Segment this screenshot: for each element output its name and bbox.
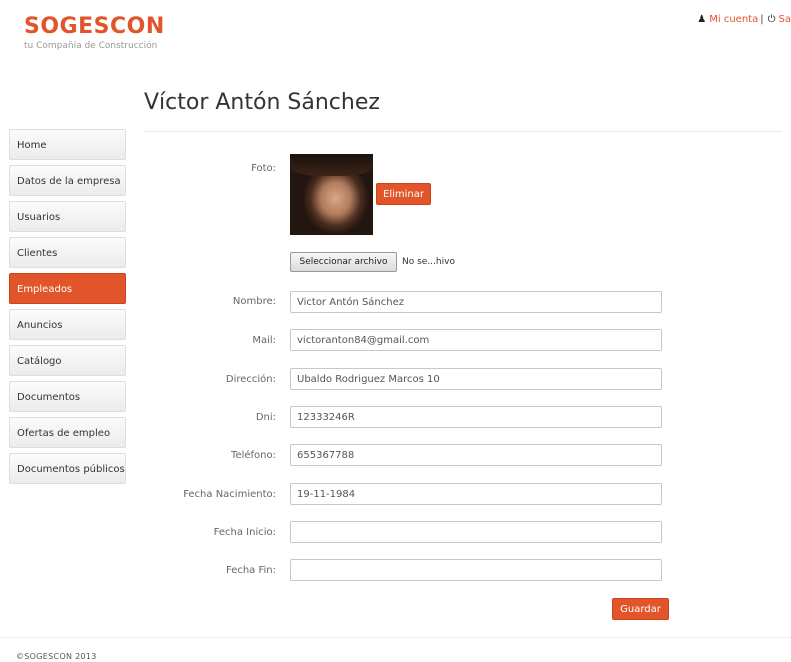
fecha-nacimiento-field[interactable] (290, 483, 662, 505)
sidebar-item-empleados[interactable]: Empleados (9, 273, 126, 304)
delete-photo-button[interactable]: Eliminar (376, 183, 431, 205)
sidebar-item-home[interactable]: Home (9, 129, 126, 160)
sidebar-item-usuarios[interactable]: Usuarios (9, 201, 126, 232)
my-account-link[interactable]: ♟ Mi cuenta (697, 14, 758, 25)
save-button[interactable]: Guardar (612, 598, 669, 620)
sidebar-item-ofertas-empleo[interactable]: Ofertas de empleo (9, 417, 126, 448)
sidebar-nav: Home Datos de la empresa Usuarios Client… (9, 129, 126, 489)
sidebar-item-datos-empresa[interactable]: Datos de la empresa (9, 165, 126, 196)
fecha-fin-label: Fecha Fin: (225, 565, 276, 576)
brand[interactable]: SOGESCON tu Compañía de Construcción (24, 14, 165, 51)
page-title: Víctor Antón Sánchez (144, 90, 380, 115)
dni-label: Dni: (255, 412, 276, 423)
fecha-fin-field[interactable] (290, 559, 662, 581)
fecha-nacimiento-label: Fecha Nacimiento: (183, 489, 276, 500)
file-status-text: No se...hivo (402, 257, 455, 267)
separator: | (760, 14, 764, 25)
direccion-field[interactable] (290, 368, 662, 390)
sidebar-item-documentos[interactable]: Documentos (9, 381, 126, 412)
top-user-menu: ♟ Mi cuenta | ⏻ Sa (697, 14, 791, 25)
telefono-field[interactable] (290, 444, 662, 466)
fecha-inicio-label: Fecha Inicio: (213, 527, 276, 538)
dni-field[interactable] (290, 406, 662, 428)
sidebar-item-catalogo[interactable]: Catálogo (9, 345, 126, 376)
photo-hair-shape (290, 154, 373, 176)
user-icon: ♟ (697, 14, 707, 25)
telefono-label: Teléfono: (231, 450, 276, 461)
nombre-label: Nombre: (232, 296, 276, 307)
direccion-label: Dirección: (225, 374, 276, 385)
sidebar-item-clientes[interactable]: Clientes (9, 237, 126, 268)
footer-divider (0, 637, 791, 638)
choose-file-button[interactable]: Seleccionar archivo (290, 252, 397, 272)
sidebar-item-documentos-publicos[interactable]: Documentos públicos (9, 453, 126, 484)
mail-field[interactable] (290, 329, 662, 351)
brand-tagline: tu Compañía de Construcción (24, 41, 158, 51)
photo-label: Foto: (251, 163, 276, 174)
sidebar-item-anuncios[interactable]: Anuncios (9, 309, 126, 340)
profile-photo (290, 154, 373, 235)
brand-logo[interactable]: SOGESCON (24, 14, 165, 39)
title-divider (144, 131, 782, 132)
footer-copyright: ©SOGESCON 2013 (16, 652, 97, 661)
logout-link[interactable]: ⏻ Sa (768, 14, 791, 25)
fecha-inicio-field[interactable] (290, 521, 662, 543)
power-icon: ⏻ (767, 14, 776, 25)
nombre-field[interactable] (290, 291, 662, 313)
mail-label: Mail: (252, 335, 276, 346)
